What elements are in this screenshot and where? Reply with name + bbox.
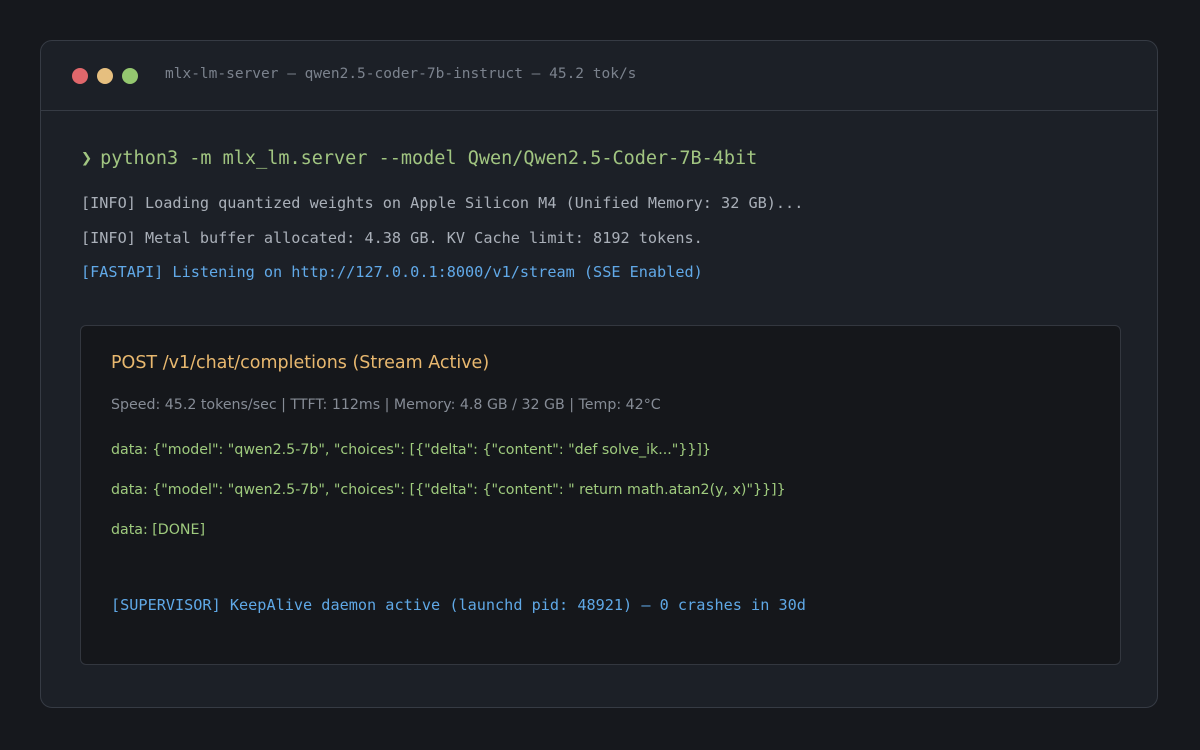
stream-data-line: data: {"model": "qwen2.5-7b", "choices":…	[111, 442, 711, 458]
terminal-output: ❯ python3 -m mlx_lm.server --model Qwen/Q…	[81, 147, 1121, 281]
command-line: ❯ python3 -m mlx_lm.server --model Qwen/Q…	[81, 147, 1121, 171]
window-titlebar: mlx-lm-server — qwen2.5-coder-7b-instruc…	[41, 41, 1157, 111]
stream-metrics: Speed: 45.2 tokens/sec | TTFT: 112ms | M…	[111, 397, 661, 413]
terminal-window: mlx-lm-server — qwen2.5-coder-7b-instruc…	[40, 40, 1158, 708]
log-line-fastapi-listening: [FASTAPI] Listening on http://127.0.0.1:…	[81, 263, 703, 281]
log-line-info-loading: [INFO] Loading quantized weights on Appl…	[81, 194, 804, 212]
zoom-window-button[interactable]	[122, 68, 138, 84]
close-window-button[interactable]	[72, 68, 88, 84]
prompt-icon: ❯	[81, 148, 93, 169]
stream-panel: POST /v1/chat/completions (Stream Active…	[80, 325, 1121, 665]
stream-panel-title: POST /v1/chat/completions (Stream Active…	[111, 353, 490, 373]
window-title: mlx-lm-server — qwen2.5-coder-7b-instruc…	[165, 66, 637, 82]
command-text: python3 -m mlx_lm.server --model Qwen/Qw…	[100, 148, 758, 169]
minimize-window-button[interactable]	[97, 68, 113, 84]
stream-data-line: data: {"model": "qwen2.5-7b", "choices":…	[111, 482, 786, 498]
stream-done-line: data: [DONE]	[111, 522, 205, 538]
supervisor-status: [SUPERVISOR] KeepAlive daemon active (la…	[111, 596, 806, 614]
log-line-info-metal-buffer: [INFO] Metal buffer allocated: 4.38 GB. …	[81, 229, 703, 247]
